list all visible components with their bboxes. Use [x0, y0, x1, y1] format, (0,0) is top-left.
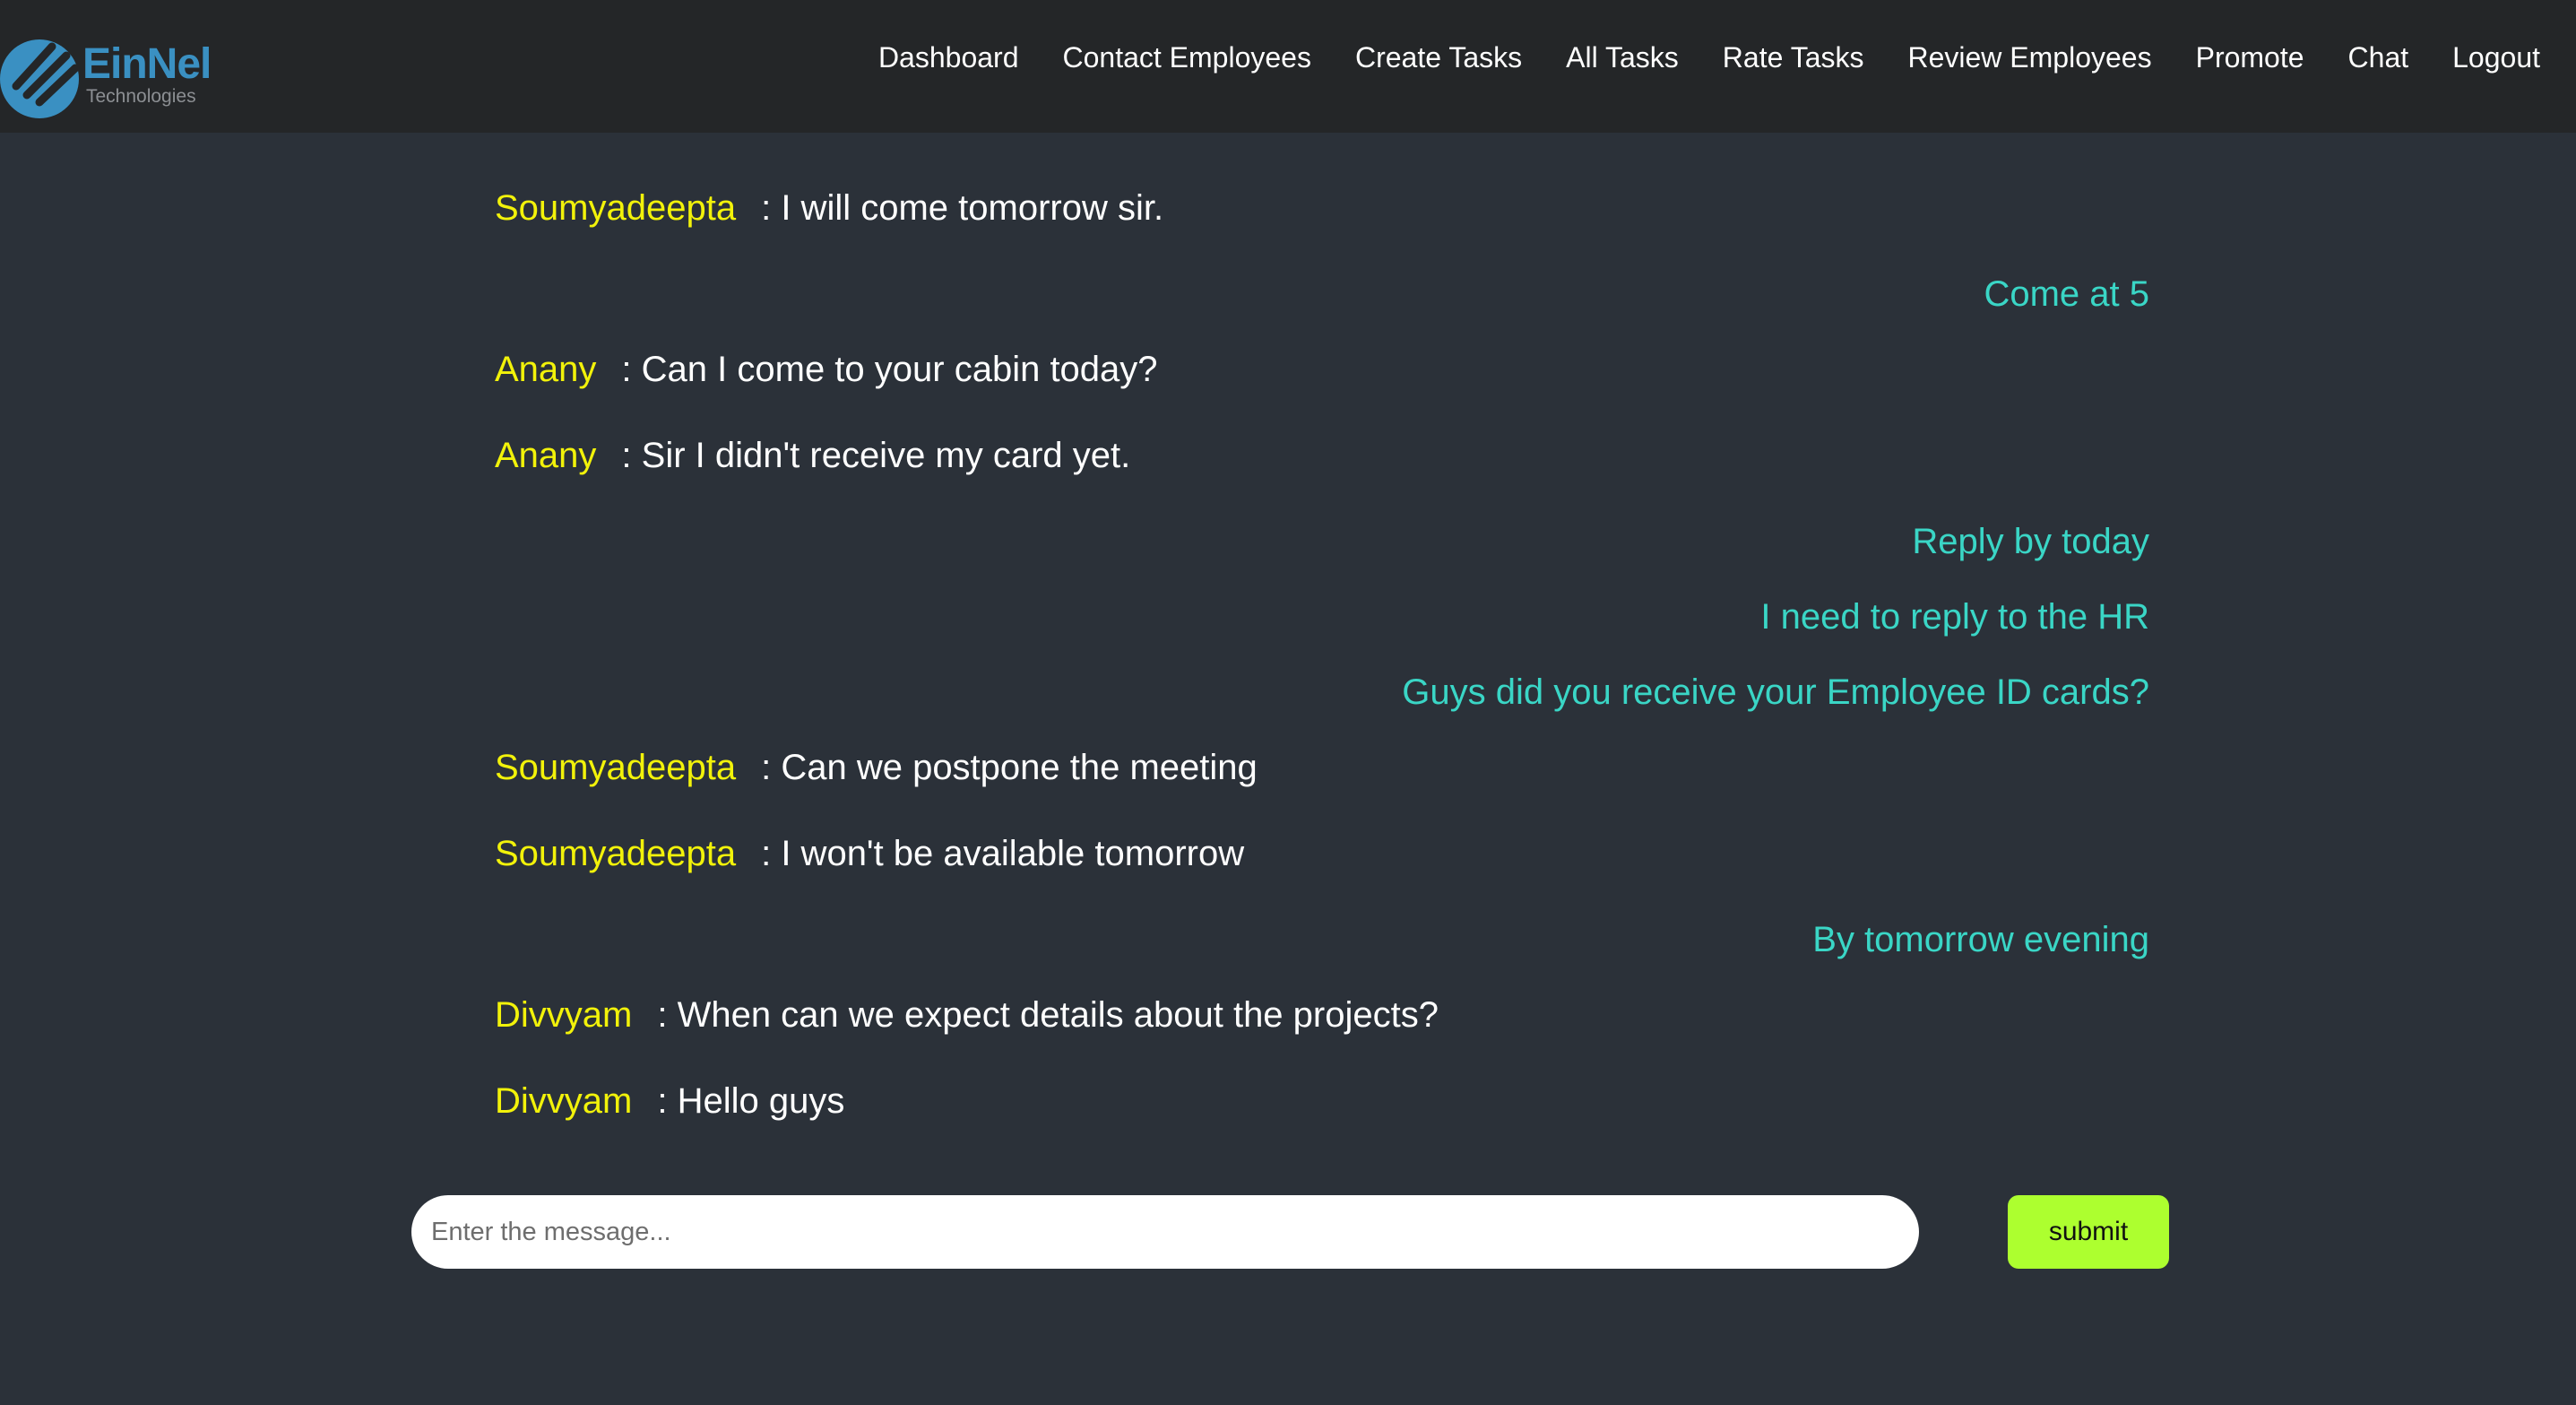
nav-contact-employees[interactable]: Contact Employees: [1062, 41, 1310, 74]
nav-rate-tasks[interactable]: Rate Tasks: [1723, 41, 1864, 74]
message-text: Can we postpone the meeting: [781, 748, 1258, 787]
brand-name: EinNel: [82, 40, 212, 88]
message-input[interactable]: [411, 1195, 1919, 1269]
brand-logo[interactable]: EinNel Technologies: [0, 34, 215, 119]
message-sender: Anany: [495, 350, 597, 389]
chat-message-outgoing: I need to reply to the HR: [1760, 597, 2149, 637]
chat-message-incoming: Anany: Sir I didn't receive my card yet.: [495, 436, 1131, 475]
nav-chat[interactable]: Chat: [2348, 41, 2409, 74]
chat-message-outgoing: Reply by today: [1912, 522, 2149, 561]
message-text: Can I come to your cabin today?: [641, 350, 1158, 389]
top-navbar: EinNel Technologies Dashboard Contact Em…: [0, 0, 2576, 133]
einnel-logo-icon: [0, 39, 80, 118]
message-sender: Soumyadeepta: [495, 188, 737, 228]
message-text: Hello guys: [677, 1081, 845, 1121]
chat-message-incoming: Soumyadeepta: Can we postpone the meetin…: [495, 748, 1258, 787]
chat-message-outgoing: By tomorrow evening: [1812, 920, 2149, 959]
message-sender: Divvyam: [495, 1081, 633, 1121]
message-text: Sir I didn't receive my card yet.: [641, 436, 1131, 475]
brand-subtitle: Technologies: [86, 86, 196, 107]
nav-menu: Dashboard Contact Employees Create Tasks…: [834, 41, 2540, 74]
chat-message-incoming: Divvyam: When can we expect details abou…: [495, 995, 1439, 1035]
chat-message-incoming: Soumyadeepta: I won't be available tomor…: [495, 834, 1245, 873]
chat-message-outgoing: Guys did you receive your Employee ID ca…: [1402, 672, 2149, 712]
nav-logout[interactable]: Logout: [2452, 41, 2540, 74]
message-text: I will come tomorrow sir.: [781, 188, 1164, 228]
submit-button[interactable]: submit: [2008, 1195, 2169, 1269]
message-text: When can we expect details about the pro…: [677, 995, 1439, 1035]
chat-message-outgoing: Come at 5: [1984, 274, 2149, 314]
chat-message-incoming: Anany: Can I come to your cabin today?: [495, 350, 1158, 389]
nav-dashboard[interactable]: Dashboard: [878, 41, 1019, 74]
message-sender: Divvyam: [495, 995, 633, 1035]
nav-review-employees[interactable]: Review Employees: [1907, 41, 2151, 74]
message-text: I won't be available tomorrow: [781, 834, 1245, 873]
chat-message-incoming: Divvyam: Hello guys: [495, 1081, 845, 1121]
chat-message-incoming: Soumyadeepta: I will come tomorrow sir.: [495, 188, 1164, 228]
nav-all-tasks[interactable]: All Tasks: [1566, 41, 1679, 74]
message-sender: Anany: [495, 436, 597, 475]
nav-create-tasks[interactable]: Create Tasks: [1355, 41, 1522, 74]
message-sender: Soumyadeepta: [495, 748, 737, 787]
message-sender: Soumyadeepta: [495, 834, 737, 873]
nav-promote[interactable]: Promote: [2196, 41, 2304, 74]
